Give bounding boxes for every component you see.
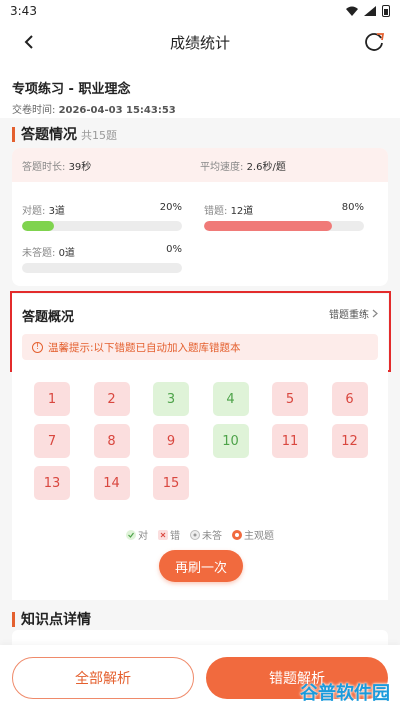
highlight-frame [10, 291, 391, 372]
legend-subjective: 主观题 [232, 527, 274, 542]
legend-wrong: 错 [158, 527, 180, 542]
time-stats-row: 答题时长: 39秒 平均速度: 2.6秒/题 [12, 148, 388, 182]
question-cell[interactable]: 7 [34, 424, 70, 458]
question-total: 共15题 [81, 129, 117, 142]
cross-icon [158, 529, 168, 540]
correct-label: 对题: [22, 206, 46, 217]
legend-right: 对 [126, 527, 148, 542]
wrong-label: 错题: [204, 206, 228, 217]
question-cell[interactable]: 1 [34, 382, 70, 416]
legend-subjective-label: 主观题 [244, 531, 274, 542]
watermark-text: 谷普软件园 [300, 683, 390, 704]
speed-value: 2.6秒/题 [246, 161, 286, 173]
unanswered-icon [190, 529, 200, 540]
speed-label: 平均速度: [200, 161, 244, 173]
legend-right-label: 对 [138, 531, 148, 542]
question-cell[interactable]: 6 [331, 382, 368, 416]
answer-stats-card: 答题时长: 39秒 平均速度: 2.6秒/题 对题: 3道 20% 错题: 12… [12, 148, 388, 286]
submit-time: 交卷时间: 2026-04-03 15:43:53 [12, 101, 388, 116]
correct-fill [22, 221, 54, 231]
duration-value: 39秒 [68, 161, 92, 173]
wrong-track [204, 221, 364, 231]
question-cell[interactable]: 2 [93, 382, 130, 416]
duration-label: 答题时长: [22, 161, 66, 173]
legend-wrong-label: 错 [170, 531, 180, 542]
retry-button[interactable]: 再刷一次 [159, 550, 243, 582]
app-bar: 成绩统计 [0, 22, 400, 62]
wrong-percent: 80% [341, 202, 364, 213]
back-button[interactable] [18, 31, 40, 53]
question-cell[interactable]: 3 [153, 382, 189, 416]
correct-progress: 对题: 3道 20% [22, 202, 182, 231]
refresh-button[interactable] [362, 30, 386, 54]
status-icons [346, 5, 390, 17]
submit-time-value: 2026-04-03 15:43:53 [58, 105, 176, 116]
legend-unanswered-label: 未答 [202, 531, 222, 542]
speed-stat: 平均速度: 2.6秒/题 [200, 158, 378, 173]
wrong-progress: 错题: 12道 80% [204, 202, 364, 231]
answer-section-heading: 答题情况 [21, 127, 77, 143]
answer-section-title: 答题情况 共15题 [12, 124, 117, 144]
wrong-fill [204, 221, 332, 231]
question-cell[interactable]: 5 [272, 382, 308, 416]
section-marker [12, 126, 15, 142]
knowledge-section-title: 知识点详情 [12, 609, 91, 629]
question-cell[interactable]: 8 [93, 424, 130, 458]
status-bar: 3:43 [0, 0, 400, 22]
all-analysis-button[interactable]: 全部解析 [12, 657, 194, 699]
wrong-count: 12道 [230, 206, 254, 217]
legend: 对 错 未答 主观题 [12, 527, 388, 542]
exam-header: 专项练习 - 职业理念 交卷时间: 2026-04-03 15:43:53 [0, 62, 400, 118]
wifi-icon [346, 6, 358, 16]
signal-icon [364, 6, 376, 16]
knowledge-section-heading: 知识点详情 [21, 612, 91, 628]
correct-track [22, 221, 182, 231]
question-grid: 1 2 3 4 5 6 7 8 9 10 11 12 13 14 15 对 错 未答 主观题 再刷一次 [12, 370, 388, 600]
unanswered-progress: 未答题: 0道 0% [22, 244, 182, 273]
unanswered-label: 未答题: [22, 248, 56, 259]
page-title: 成绩统计 [169, 33, 230, 52]
section-marker [12, 611, 15, 627]
question-cell[interactable]: 9 [153, 424, 189, 458]
correct-percent: 20% [159, 202, 182, 213]
watermark: 谷普软件园 [300, 679, 390, 705]
question-cell[interactable]: 12 [331, 424, 368, 458]
status-time: 3:43 [10, 4, 37, 18]
unanswered-track [22, 263, 182, 273]
correct-count: 3道 [48, 206, 65, 217]
check-icon [126, 529, 136, 540]
question-cell[interactable]: 14 [93, 466, 130, 500]
unanswered-count: 0道 [58, 248, 75, 259]
question-cell[interactable]: 13 [34, 466, 70, 500]
battery-icon [382, 5, 390, 17]
question-cell[interactable]: 11 [272, 424, 308, 458]
chevron-left-icon [24, 35, 33, 49]
duration-stat: 答题时长: 39秒 [22, 158, 200, 173]
question-cell[interactable]: 15 [153, 466, 189, 500]
practice-name: 专项练习 - 职业理念 [12, 82, 131, 97]
question-cell[interactable]: 4 [212, 382, 249, 416]
refresh-icon [365, 33, 385, 51]
legend-unanswered: 未答 [190, 527, 222, 542]
question-cell[interactable]: 10 [212, 424, 249, 458]
unanswered-percent: 0% [166, 244, 182, 255]
submit-time-label: 交卷时间: [12, 105, 56, 116]
subjective-icon [232, 529, 242, 540]
